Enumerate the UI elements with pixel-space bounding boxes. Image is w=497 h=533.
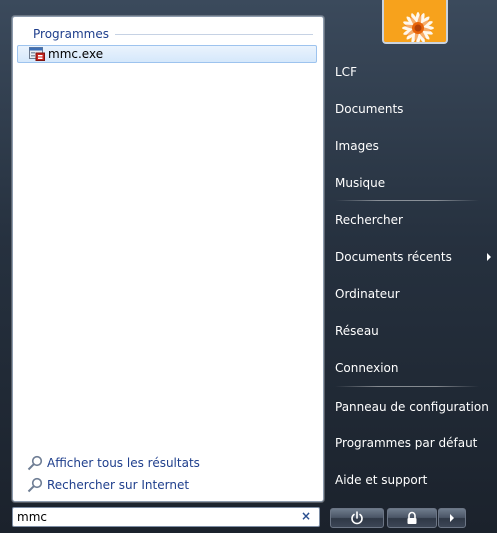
menu-item-label: Panneau de configuration: [335, 400, 489, 414]
search-box[interactable]: ×: [12, 507, 320, 527]
results-group-divider: [114, 33, 313, 35]
menu-item-label: Programmes par défaut: [335, 436, 478, 450]
search-results-panel: Programmes mmc.exe Afficher tous les rés…: [12, 16, 324, 502]
menu-item-label: Musique: [335, 176, 386, 190]
search-internet-label: Rechercher sur Internet: [47, 478, 190, 492]
menu-item-label: Connexion: [335, 361, 399, 375]
menu-item-label: Réseau: [335, 324, 379, 338]
menu-item-label: Rechercher: [335, 213, 403, 227]
power-icon: [351, 511, 363, 525]
menu-item-label: Aide et support: [335, 473, 428, 487]
submenu-arrow-icon: [487, 253, 491, 261]
menu-item-search[interactable]: Rechercher: [329, 205, 497, 235]
results-group-label: Programmes: [33, 27, 109, 41]
show-all-results-link[interactable]: Afficher tous les résultats: [27, 454, 200, 472]
clear-search-icon[interactable]: ×: [301, 509, 311, 523]
menu-item-label: Documents récents: [335, 250, 452, 264]
menu-separator: [335, 200, 479, 201]
menu-item-recent-documents[interactable]: Documents récents: [329, 242, 497, 272]
search-icon: [27, 455, 43, 471]
mmc-app-icon: [29, 47, 45, 61]
menu-item-label: Images: [335, 139, 379, 153]
show-all-results-label: Afficher tous les résultats: [47, 456, 200, 470]
arrow-right-icon: [450, 514, 454, 522]
menu-item-network[interactable]: Réseau: [329, 316, 497, 346]
shutdown-options-button[interactable]: [438, 508, 466, 528]
menu-item-images[interactable]: Images: [329, 131, 497, 161]
menu-item-computer[interactable]: Ordinateur: [329, 279, 497, 309]
lock-icon: [407, 511, 417, 524]
menu-item-music[interactable]: Musique: [329, 168, 497, 198]
menu-item-documents[interactable]: Documents: [329, 94, 497, 124]
start-menu: Programmes mmc.exe Afficher tous les rés…: [0, 0, 497, 533]
menu-item-default-programs[interactable]: Programmes par défaut: [329, 428, 497, 458]
power-button[interactable]: [330, 508, 384, 528]
search-icon: [27, 477, 43, 493]
search-input[interactable]: [13, 509, 287, 525]
menu-item-label: Ordinateur: [335, 287, 400, 301]
flower-picture-icon: [384, 0, 446, 42]
menu-item-help-support[interactable]: Aide et support: [329, 465, 497, 495]
search-internet-link[interactable]: Rechercher sur Internet: [27, 476, 189, 494]
lock-button[interactable]: [387, 508, 437, 528]
user-picture[interactable]: [382, 0, 448, 44]
menu-item-user-folder[interactable]: LCF: [329, 57, 497, 87]
menu-item-label: Documents: [335, 102, 404, 116]
menu-item-label: LCF: [335, 65, 357, 79]
results-group-header: Programmes: [21, 26, 313, 42]
menu-item-control-panel[interactable]: Panneau de configuration: [329, 392, 497, 422]
result-item-label: mmc.exe: [48, 47, 104, 61]
menu-item-connect[interactable]: Connexion: [329, 353, 497, 383]
result-item-mmc[interactable]: mmc.exe: [17, 45, 317, 63]
menu-separator: [335, 386, 479, 387]
